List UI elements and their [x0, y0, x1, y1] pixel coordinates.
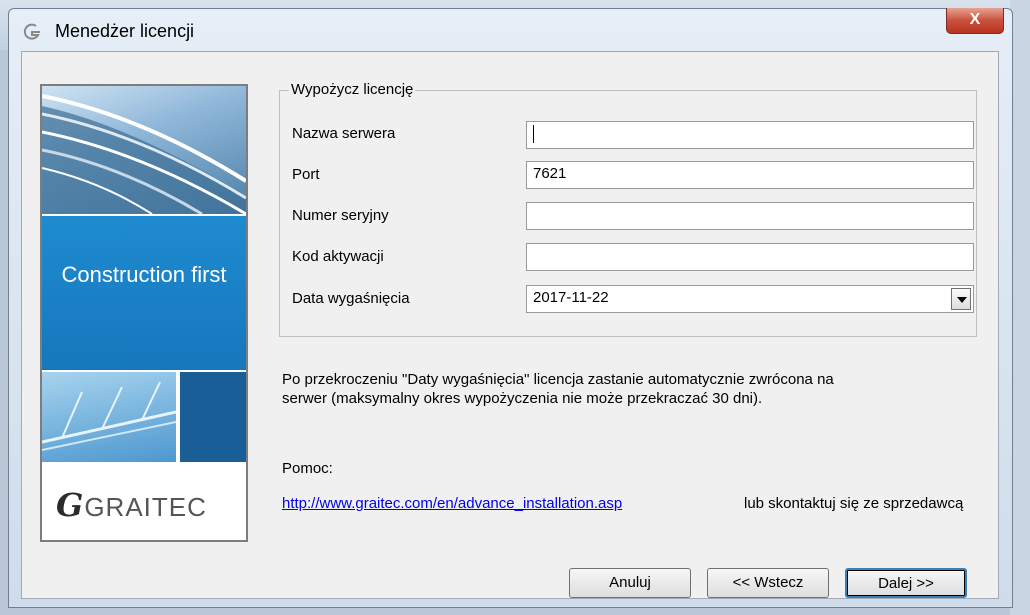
help-link[interactable]: http://www.graitec.com/en/advance_instal…: [282, 495, 622, 512]
title-bar[interactable]: Menedżer licencji X: [9, 8, 1012, 53]
side-banner: Construction first GGRAITEC: [40, 84, 248, 542]
expiry-date-select[interactable]: 2017-11-22: [526, 285, 974, 313]
cancel-button[interactable]: Anuluj: [569, 568, 691, 598]
port-value: 7621: [533, 165, 567, 182]
borrow-license-group: Wypożycz licencję Nazwa serwera Port 762…: [279, 81, 977, 337]
window-title: Menedżer licencji: [55, 21, 195, 41]
close-button[interactable]: X: [946, 8, 1004, 34]
bridge-illustration: [42, 381, 176, 451]
banner-dark-square: [180, 372, 246, 462]
back-button[interactable]: << Wstecz: [707, 568, 829, 598]
expiry-date-label: Data wygaśnięcia: [292, 290, 410, 307]
building-photo: [42, 86, 246, 214]
contact-seller-text: lub skontaktuj się ze sprzedawcą: [744, 495, 964, 512]
port-input[interactable]: 7621: [526, 161, 974, 189]
building-illustration: [42, 94, 246, 214]
desktop-background-right: [1010, 0, 1030, 615]
banner-caption: Construction first: [61, 262, 227, 287]
text-caret: [533, 125, 534, 144]
expiry-note-line2: serwer (maksymalny okres wypożyczenia ni…: [282, 390, 763, 407]
license-manager-window: Menedżer licencji X Construction first G…: [8, 8, 1013, 608]
graitec-logo-mark: G: [56, 486, 85, 524]
graitec-app-icon: [23, 23, 40, 40]
activation-code-label: Kod aktywacji: [292, 248, 384, 265]
server-name-label: Nazwa serwera: [292, 125, 396, 142]
serial-number-input[interactable]: [526, 202, 974, 230]
expiry-date-value: 2017-11-22: [533, 289, 609, 306]
banner-blue-panel: [42, 216, 246, 370]
server-name-input[interactable]: [526, 121, 974, 149]
bridge-photo: [42, 372, 176, 462]
next-button[interactable]: Dalej >>: [845, 568, 967, 598]
graitec-logo: GGRAITEC: [56, 486, 207, 524]
graitec-logo-area: GGRAITEC: [42, 464, 246, 540]
serial-number-label: Numer seryjny: [292, 207, 389, 224]
group-legend: Wypożycz licencję: [289, 81, 416, 98]
help-label: Pomoc:: [282, 460, 333, 477]
expiry-note-line1: Po przekroczeniu "Daty wygaśnięcia" lice…: [282, 371, 834, 388]
activation-code-input[interactable]: [526, 243, 974, 271]
port-label: Port: [292, 166, 320, 183]
graitec-logo-text: GRAITEC: [84, 492, 207, 522]
chevron-down-icon[interactable]: [951, 288, 971, 310]
dialog-client-area: Construction first GGRAITEC Wypożycz lic…: [21, 51, 999, 599]
expiry-note: Po przekroczeniu "Daty wygaśnięcia" lice…: [282, 370, 982, 408]
